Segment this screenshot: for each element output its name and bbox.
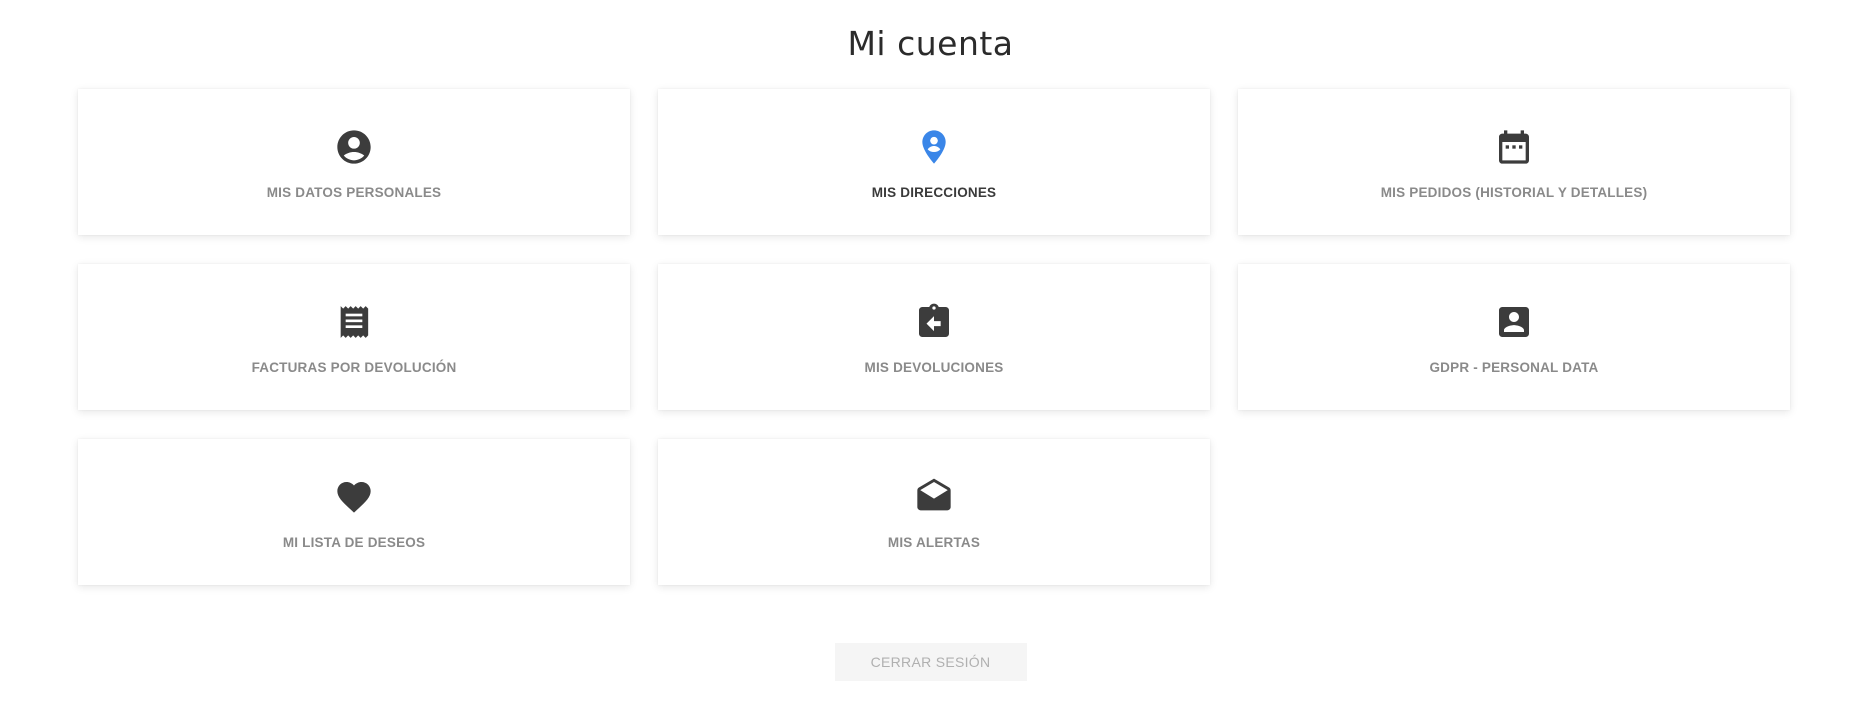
card-wishlist[interactable]: MI LISTA DE DESEOS [78, 439, 630, 585]
card-label: MIS ALERTAS [887, 535, 981, 550]
logout-button[interactable]: CERRAR SESIÓN [834, 643, 1027, 681]
card-addresses[interactable]: MIS DIRECCIONES [658, 89, 1210, 235]
account-page: Mi cuenta MIS DATOS PERSONALES MIS DIREC… [0, 0, 1861, 716]
card-label: MIS PEDIDOS (HISTORIAL Y DETALLES) [1380, 185, 1648, 200]
account-links-grid: MIS DATOS PERSONALES MIS DIRECCIONES MIS… [78, 89, 1790, 585]
account-circle-icon [334, 127, 374, 167]
card-personal-data[interactable]: MIS DATOS PERSONALES [78, 89, 630, 235]
card-label: GDPR - PERSONAL DATA [1429, 360, 1599, 375]
clipboard-return-icon [914, 302, 954, 342]
card-label: MI LISTA DE DESEOS [282, 535, 426, 550]
calendar-icon [1494, 127, 1534, 167]
card-label: MIS DATOS PERSONALES [266, 185, 442, 200]
card-label: MIS DEVOLUCIONES [864, 360, 1004, 375]
account-box-icon [1494, 302, 1534, 342]
heart-icon [334, 477, 374, 517]
card-return-invoices[interactable]: FACTURAS POR DEVOLUCIÓN [78, 264, 630, 410]
card-label: FACTURAS POR DEVOLUCIÓN [251, 360, 457, 375]
card-label: MIS DIRECCIONES [871, 185, 997, 200]
open-envelope-icon [914, 477, 954, 517]
location-pin-icon [914, 127, 954, 167]
card-orders[interactable]: MIS PEDIDOS (HISTORIAL Y DETALLES) [1238, 89, 1790, 235]
receipt-icon [334, 302, 374, 342]
card-returns[interactable]: MIS DEVOLUCIONES [658, 264, 1210, 410]
card-gdpr[interactable]: GDPR - PERSONAL DATA [1238, 264, 1790, 410]
page-title: Mi cuenta [847, 24, 1014, 63]
logout-container: CERRAR SESIÓN [0, 643, 1861, 681]
card-alerts[interactable]: MIS ALERTAS [658, 439, 1210, 585]
